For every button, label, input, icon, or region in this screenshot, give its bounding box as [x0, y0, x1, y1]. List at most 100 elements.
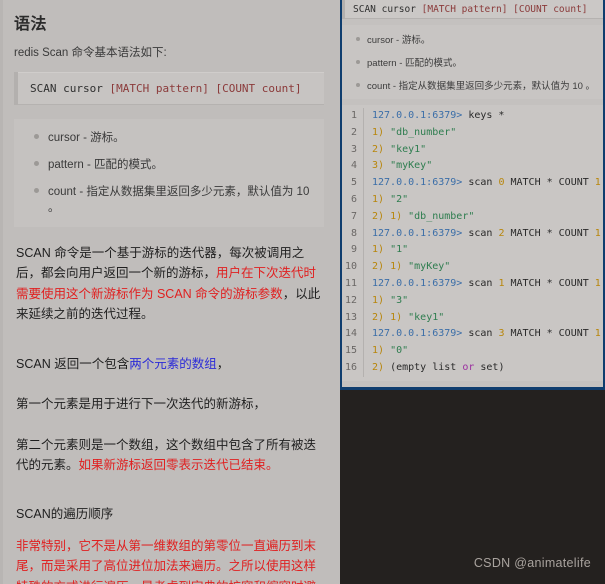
code-token-str: "myKey" [384, 160, 433, 172]
code-token-num: 3) [372, 160, 385, 172]
code-token-plain: MATCH * COUNT [504, 328, 595, 340]
code-token-num: 1 [594, 177, 601, 189]
code-token-plain: scan [462, 328, 499, 340]
paragraph-highlight-red: 如果新游标返回零表示迭代已结束。 [78, 457, 279, 472]
list-item: count - 指定从数据集里返回多少元素，默认值为 10 。 [346, 78, 599, 92]
code-token-num: 1) [372, 193, 385, 205]
code-token-prompt: 127.0.0.1:6379> [372, 227, 463, 239]
right-panel-content: SCAN cursor [MATCH pattern] [COUNT count… [342, 0, 603, 387]
code-token-plain: (empty list [384, 361, 463, 373]
paragraph-traversal-detail: 非常特别，它不是从第一维数组的第零位一直遍历到末尾，而是采用了高位进位加法来遍历… [16, 539, 317, 584]
list-item: pattern - 匹配的模式。 [346, 55, 599, 69]
code-line-text: 1) "2" [364, 192, 408, 209]
code-line: 2 1) "db_number" [342, 124, 603, 142]
code-line-text: 127.0.0.1:6379> keys * [364, 108, 504, 125]
syntax-brackets: [MATCH pattern] [COUNT count] [421, 4, 588, 15]
dark-background-region: CSDN @animatelife [340, 390, 605, 584]
code-line-text: 2) 1) "myKey" [364, 259, 450, 276]
code-token-str: "3" [384, 294, 409, 306]
paragraph-text-part: SCAN 返回一个包含 [16, 357, 130, 371]
code-line-text: 127.0.0.1:6379> scan 3 MATCH * COUNT 1 [364, 326, 601, 343]
code-line-number: 8 [342, 225, 364, 243]
code-token-str: "1" [384, 244, 409, 256]
code-line: 11 127.0.0.1:6379> scan 1 MATCH * COUNT 1 [342, 275, 603, 293]
code-line-number: 12 [342, 292, 364, 310]
code-line-number: 10 [342, 259, 364, 276]
code-token-num: 1) [372, 294, 385, 306]
parameter-list: cursor - 游标。 pattern - 匹配的模式。 count - 指定… [14, 119, 324, 227]
code-line-number: 5 [342, 175, 364, 192]
code-line: 7 2) 1) "db_number" [342, 208, 603, 226]
code-token-str: "2" [384, 193, 409, 205]
code-line: 16 2) (empty list or set) [342, 359, 603, 377]
code-line-text: 1) "0" [364, 343, 408, 360]
code-line-text: 1) "db_number" [364, 125, 456, 142]
list-item: count - 指定从数据集里返回多少元素，默认值为 10 。 [22, 183, 316, 215]
syntax-code-box: SCAN cursor [MATCH pattern] [COUNT count… [14, 72, 324, 105]
list-item: cursor - 游标。 [346, 32, 599, 46]
code-line-text: 3) "myKey" [364, 158, 432, 175]
code-token-num: 1) [390, 311, 403, 323]
code-line: 13 2) 1) "key1" [342, 309, 603, 327]
code-line: 10 2) 1) "myKey" [342, 259, 603, 276]
paragraph-return-array: SCAN 返回一个包含两个元素的数组， [16, 354, 322, 374]
code-token-num: 1) [390, 210, 403, 222]
list-item-label: count - 指定从数据集里返回多少元素，默认值为 10 。 [48, 186, 310, 214]
bullet-dot-icon [356, 60, 360, 64]
code-token-prompt: 127.0.0.1:6379> [372, 110, 463, 121]
code-token-plain: set) [474, 361, 505, 373]
code-line: 9 1) "1" [342, 242, 603, 260]
code-token-kw: or [462, 361, 475, 373]
code-line-text: 127.0.0.1:6379> scan 0 MATCH * COUNT 1 [364, 175, 601, 192]
watermark-label: CSDN @animatelife [473, 556, 591, 570]
code-token-num: 1 [594, 277, 601, 289]
code-token-num: 1) [390, 261, 403, 273]
code-token-num: 2) [372, 261, 385, 273]
code-token-str: "myKey" [402, 261, 451, 273]
code-line-number: 11 [342, 275, 364, 293]
code-line-number: 9 [342, 242, 364, 260]
bullet-dot-icon [34, 134, 39, 139]
redis-cli-code-block[interactable]: 1 127.0.0.1:6379> keys * 2 1) "db_number" 3 2… [342, 105, 603, 381]
code-line-text: 127.0.0.1:6379> scan 1 MATCH * COUNT 1 [364, 276, 601, 293]
code-token-num: 1 [594, 227, 601, 239]
code-token-num: 1) [372, 244, 385, 256]
code-token-num: 1) [372, 126, 385, 138]
left-edge-strip [0, 0, 3, 584]
code-line-number: 6 [342, 191, 364, 209]
right-code-panel: SCAN cursor [MATCH pattern] [COUNT count… [340, 0, 605, 390]
code-line-text: 2) 1) "db_number" [364, 209, 474, 226]
paragraph-second-element: 第二个元素则是一个数组，这个数组中包含了所有被迭代的元素。如果新游标返回零表示迭… [16, 435, 322, 476]
page-title: 语法 [14, 16, 48, 33]
code-line-text: 1) "1" [364, 242, 408, 259]
code-line-text: 127.0.0.1:6379> scan 2 MATCH * COUNT 1 [364, 226, 601, 243]
code-line: 12 1) "3" [342, 292, 603, 310]
right-parameter-list: cursor - 游标。 pattern - 匹配的模式。 count - 指定… [342, 25, 603, 99]
list-item-label: pattern - 匹配的模式。 [48, 159, 164, 171]
code-token-prompt: 127.0.0.1:6379> [372, 177, 463, 189]
code-line-number: 1 [342, 108, 364, 125]
code-token-plain: MATCH * COUNT [504, 227, 595, 239]
code-line: 8 127.0.0.1:6379> scan 2 MATCH * COUNT 1 [342, 225, 603, 243]
paragraph-text-part: ， [216, 357, 230, 371]
left-document-panel: 语法 redis Scan 命令基本语法如下: SCAN cursor [MAT… [0, 0, 340, 584]
code-line-number: 2 [342, 124, 364, 142]
code-token-plain: MATCH * COUNT [504, 177, 595, 189]
code-token-num: 2) [372, 143, 385, 155]
code-line: 3 2) "key1" [342, 141, 603, 159]
code-token-num: 1) [372, 345, 385, 357]
list-item-label: pattern - 匹配的模式。 [367, 58, 463, 69]
paragraph-first-element: 第一个元素是用于进行下一次迭代的新游标， [16, 397, 267, 412]
list-item: cursor - 游标。 [22, 129, 316, 145]
code-line: 14 127.0.0.1:6379> scan 3 MATCH * COUNT 1 [342, 326, 603, 344]
code-token-num: 1 [594, 328, 601, 340]
section-heading-traversal: SCAN的遍历顺序 [16, 507, 114, 521]
lead-paragraph: redis Scan 命令基本语法如下: [14, 47, 167, 59]
code-line-number: 13 [342, 309, 364, 327]
syntax-keyword: SCAN cursor [353, 4, 422, 15]
code-token-num: 2) [372, 311, 385, 323]
code-line: 1 127.0.0.1:6379> keys * [342, 108, 603, 125]
code-token-str: "db_number" [384, 126, 457, 138]
code-token-plain: keys * [462, 110, 505, 121]
code-token-plain: scan [462, 177, 499, 189]
